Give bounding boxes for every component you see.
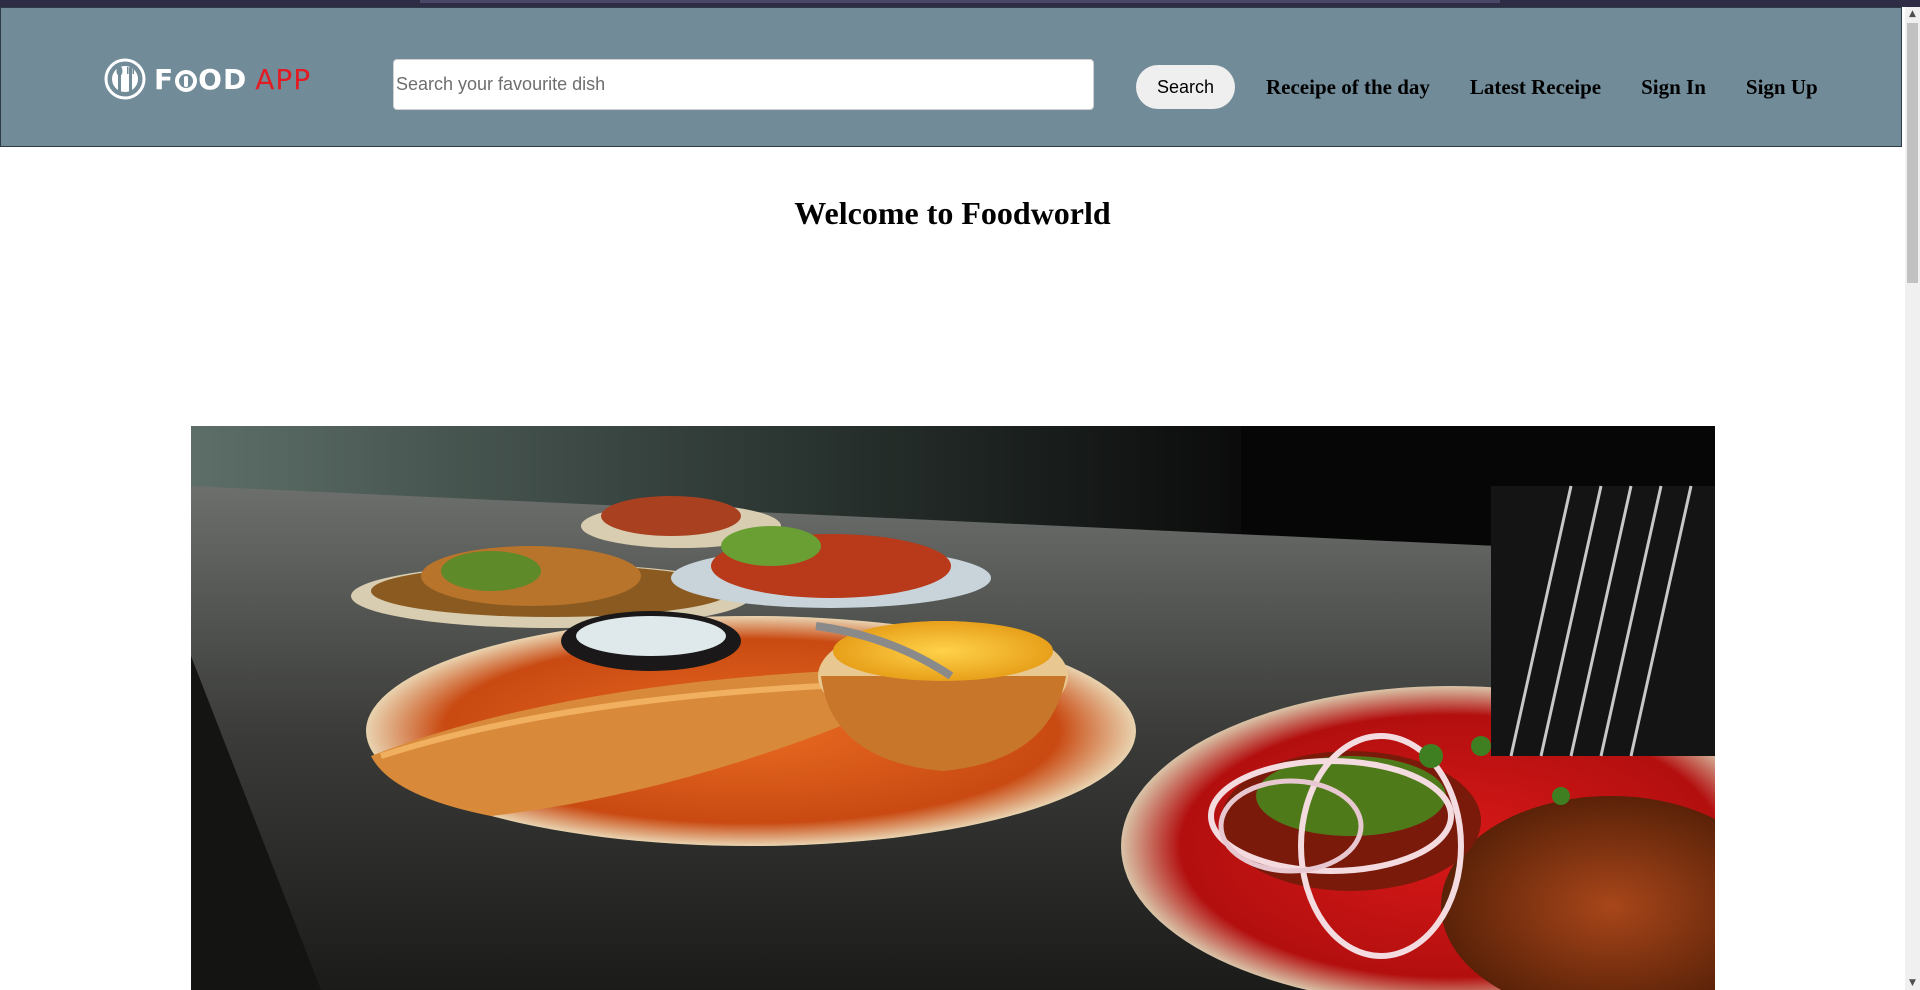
hero-image	[191, 426, 1715, 990]
browser-tab-line	[420, 0, 1500, 3]
scroll-up-arrow-icon[interactable]: ▲	[1905, 7, 1920, 21]
page-title: Welcome to Foodworld	[794, 195, 1111, 231]
plate-cutlery-icon	[104, 58, 146, 100]
page-scrollbar[interactable]: ▲ ▼	[1905, 7, 1920, 990]
site-header: FODAPP Search Receipe of the day Latest …	[0, 7, 1902, 147]
main-nav: Receipe of the day Latest Receipe Sign I…	[1266, 70, 1858, 104]
hero-food-photo	[191, 426, 1715, 990]
scroll-thumb[interactable]	[1907, 23, 1918, 283]
logo-link[interactable]: F OD APP	[104, 53, 311, 105]
nav-link-latest-receipe[interactable]: Latest Receipe	[1470, 75, 1601, 100]
logo-text: F OD APP	[154, 62, 312, 96]
search-button[interactable]: Search	[1136, 65, 1235, 109]
nav-link-sign-in[interactable]: Sign In	[1641, 75, 1706, 100]
browser-top-strip	[0, 0, 1920, 7]
logo-app-text: APP	[255, 62, 312, 96]
spoon-o-icon	[175, 69, 198, 92]
nav-link-sign-up[interactable]: Sign Up	[1746, 75, 1818, 100]
search-input[interactable]	[393, 59, 1094, 110]
scroll-down-arrow-icon[interactable]: ▼	[1905, 976, 1920, 990]
nav-link-receipe-of-the-day[interactable]: Receipe of the day	[1266, 75, 1430, 100]
